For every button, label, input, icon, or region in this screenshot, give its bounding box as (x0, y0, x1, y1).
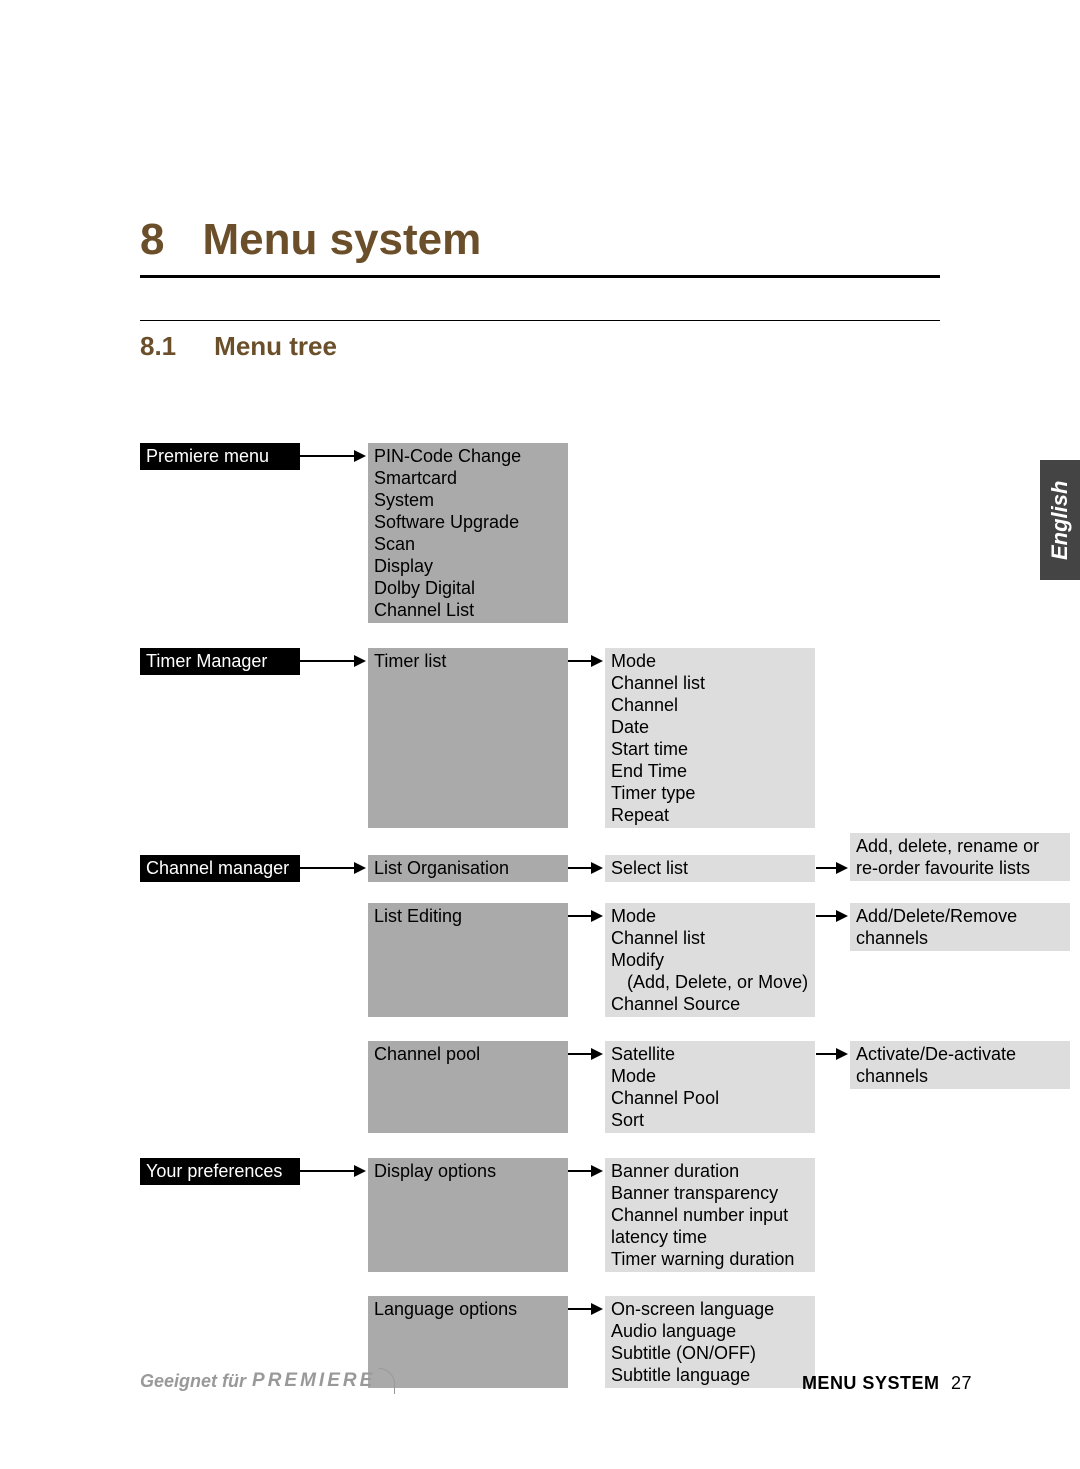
menu-display-options-items: Banner duration Banner transparency Chan… (605, 1158, 815, 1272)
menu-timer-manager: Timer Manager (140, 648, 300, 675)
menu-list-editing: List Editing (368, 903, 568, 1017)
language-tab: English (1040, 460, 1080, 580)
footer-section: MENU SYSTEM 27 (802, 1373, 972, 1394)
arrow-icon (568, 862, 603, 874)
note-favourite-lists: Add, delete, rename or re-order favourit… (850, 833, 1070, 881)
list-item: Software Upgrade (374, 511, 562, 533)
menu-premiere-items: PIN-Code Change Smartcard System Softwar… (368, 443, 568, 623)
divider-thick (140, 275, 940, 278)
list-item: Channel List (374, 599, 562, 621)
footer-brand: Geeignet für PREMIERE (140, 1368, 395, 1394)
section-number: 8.1 (140, 331, 176, 362)
arrow-icon (568, 1048, 603, 1060)
list-item: Mode (611, 905, 809, 927)
menu-select-list: Select list (605, 855, 815, 882)
list-item: Channel list (611, 672, 809, 694)
menu-channel-pool-items: Satellite Mode Channel Pool Sort (605, 1041, 815, 1133)
list-item: latency time (611, 1226, 809, 1248)
list-item: Display (374, 555, 562, 577)
arrow-icon (300, 655, 366, 667)
chapter-title: Menu system (202, 215, 481, 265)
menu-timer-list: Timer list (368, 648, 568, 828)
arrow-icon (300, 862, 366, 874)
menu-your-preferences: Your preferences (140, 1158, 300, 1185)
chapter-heading: 8 Menu system (140, 215, 940, 265)
arrow-icon (568, 1165, 603, 1177)
arrow-icon (568, 910, 603, 922)
list-item: Audio language (611, 1320, 809, 1342)
note-add-delete-remove: Add/Delete/Remove channels (850, 903, 1070, 951)
list-item: Sort (611, 1109, 809, 1131)
arrow-icon (816, 1048, 848, 1060)
list-item: On-screen language (611, 1298, 809, 1320)
brand-curve-icon (379, 1368, 395, 1394)
list-item: Banner transparency (611, 1182, 809, 1204)
section-heading: 8.1 Menu tree (140, 331, 940, 362)
list-item: Channel Pool (611, 1087, 809, 1109)
list-item: End Time (611, 760, 809, 782)
divider-thin (140, 320, 940, 321)
menu-list-editing-items: Mode Channel list Modify (Add, Delete, o… (605, 903, 815, 1017)
list-item: PIN-Code Change (374, 445, 562, 467)
list-item: Smartcard (374, 467, 562, 489)
list-item: Dolby Digital (374, 577, 562, 599)
footer-brand-name: PREMIERE (252, 1370, 375, 1392)
list-item: Modify (611, 949, 809, 971)
arrow-icon (568, 655, 603, 667)
list-item: Mode (611, 650, 809, 672)
menu-display-options: Display options (368, 1158, 568, 1272)
menu-channel-pool: Channel pool (368, 1041, 568, 1133)
list-item: Start time (611, 738, 809, 760)
list-item: Date (611, 716, 809, 738)
page-footer: Geeignet für PREMIERE MENU SYSTEM 27 (140, 1368, 972, 1394)
list-item: Scan (374, 533, 562, 555)
list-item: Repeat (611, 804, 809, 826)
list-item: Timer type (611, 782, 809, 804)
menu-list-organisation: List Organisation (368, 855, 568, 882)
arrow-icon (300, 450, 366, 462)
chapter-number: 8 (140, 215, 164, 265)
section-title: Menu tree (214, 331, 337, 362)
menu-channel-manager: Channel manager (140, 855, 300, 882)
list-item: Channel number input (611, 1204, 809, 1226)
page-number: 27 (951, 1373, 972, 1393)
arrow-icon (816, 862, 848, 874)
list-item: (Add, Delete, or Move) (611, 971, 809, 993)
list-item: Mode (611, 1065, 809, 1087)
list-item: Subtitle (ON/OFF) (611, 1342, 809, 1364)
list-item: Channel (611, 694, 809, 716)
arrow-icon (300, 1165, 366, 1177)
arrow-icon (568, 1303, 603, 1315)
list-item: Timer warning duration (611, 1248, 809, 1270)
list-item: System (374, 489, 562, 511)
menu-timer-items: Mode Channel list Channel Date Start tim… (605, 648, 815, 828)
footer-section-label: MENU SYSTEM (802, 1373, 940, 1393)
list-item: Channel Source (611, 993, 809, 1015)
note-activate-deactivate: Activate/De-activate channels (850, 1041, 1070, 1089)
footer-prefix: Geeignet für (140, 1371, 246, 1392)
list-item: Banner duration (611, 1160, 809, 1182)
list-item: Channel list (611, 927, 809, 949)
list-item: Satellite (611, 1043, 809, 1065)
menu-premiere: Premiere menu (140, 443, 300, 470)
arrow-icon (816, 910, 848, 922)
